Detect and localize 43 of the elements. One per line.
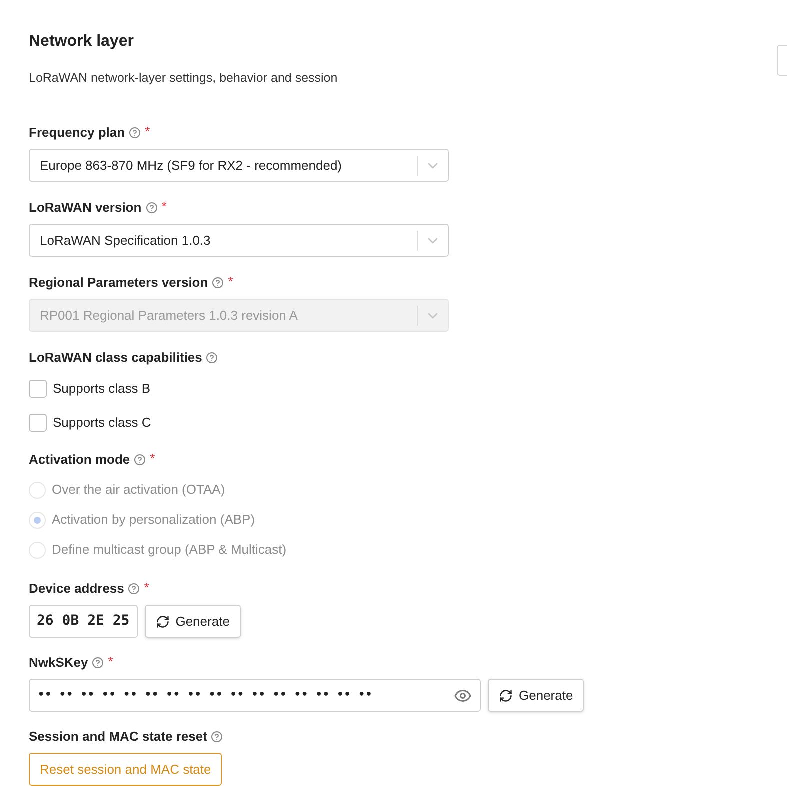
field-label: LoRaWAN version [29, 199, 142, 218]
field-label: Frequency plan [29, 124, 126, 142]
radio-label: Define multicast group (ABP & Multicast) [52, 541, 287, 560]
help-icon[interactable] [128, 583, 140, 595]
field-label: NwkSKey [29, 654, 88, 672]
help-icon[interactable] [134, 454, 146, 466]
select-value: Europe 863-870 MHz (SF9 for RX2 - recommended) [39, 156, 344, 175]
select-value: RP001 Regional Parameters 1.0.3 revision A [39, 306, 299, 325]
required-mark: * [145, 124, 150, 138]
section-title: Network layer [29, 32, 135, 52]
required-mark: * [228, 274, 234, 288]
required-mark: * [144, 580, 150, 594]
checkbox[interactable] [29, 414, 47, 432]
field-value: 26 0B 2E 25 [37, 612, 130, 631]
checkbox-label: Supports class C [53, 414, 152, 432]
field-label: Activation mode [29, 451, 130, 470]
select-field[interactable]: Europe 863-870 MHz (SF9 for RX2 - recommended) [29, 149, 449, 182]
select-field[interactable]: LoRaWAN Specification 1.0.3 [29, 224, 449, 257]
radio-label: Over the air activation (OTAA) [52, 481, 226, 500]
help-icon[interactable] [146, 202, 158, 214]
field-label: Session and MAC state reset [29, 728, 208, 746]
field-label: Device address [29, 580, 124, 598]
address-field[interactable]: 26 0B 2E 25 [29, 605, 138, 638]
help-icon[interactable] [211, 731, 224, 743]
help-icon[interactable] [206, 352, 218, 364]
required-mark: * [108, 654, 114, 668]
field-label: LoRaWAN class capabilities [29, 349, 202, 368]
required-mark: * [150, 452, 156, 464]
checkbox-label: Supports class B [53, 380, 151, 398]
field-label: Regional Parameters version [29, 274, 208, 292]
refresh-icon [499, 688, 513, 702]
generate-button[interactable]: Generate [488, 679, 584, 712]
select-value: LoRaWAN Specification 1.0.3 [39, 232, 212, 250]
refresh-icon [156, 614, 170, 628]
help-icon[interactable] [129, 127, 142, 139]
section-description: LoRaWAN network-layer settings, behavior and session [29, 70, 339, 87]
masked-value: •• •• •• •• •• •• •• •• •• •• •• •• •• •• •• •• [38, 687, 374, 704]
help-icon[interactable] [92, 657, 104, 669]
radio-label: Activation by personalization (ABP) [52, 511, 256, 530]
required-mark: * [162, 200, 167, 212]
generate-button[interactable]: Generate [144, 605, 241, 638]
key-field[interactable]: •• •• •• •• •• •• •• •• •• •• •• •• •• •• •• •• [29, 679, 481, 712]
checkbox[interactable] [29, 380, 47, 398]
